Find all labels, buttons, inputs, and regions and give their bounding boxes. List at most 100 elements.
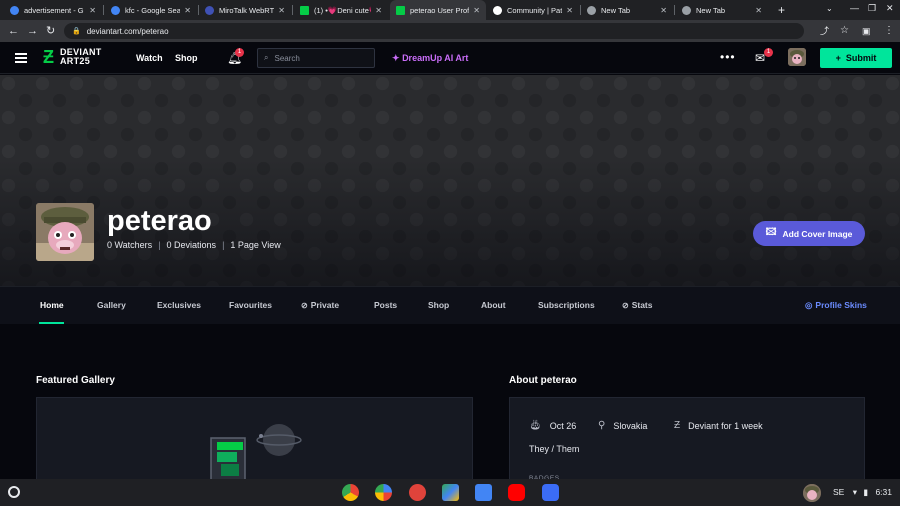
tab-home[interactable]: Home [40, 300, 64, 310]
tab-shop[interactable]: Shop [428, 300, 449, 310]
add-cover-label: Add Cover Image [782, 228, 853, 239]
deviantart-icon [300, 5, 309, 15]
launcher-icon[interactable] [8, 486, 20, 498]
deviantart-logo-icon: Ƶ [43, 47, 54, 67]
tab-divider [103, 5, 104, 15]
close-icon[interactable]: ✕ [278, 6, 285, 15]
close-icon[interactable]: ✕ [375, 6, 382, 15]
tab-title: advertisement - G [24, 5, 84, 15]
tab-gallery[interactable]: Gallery [97, 300, 126, 310]
new-tab-button[interactable]: + [778, 3, 785, 17]
mirotalk-icon [205, 5, 214, 15]
search-input[interactable]: ⌕ Search [257, 48, 375, 68]
stats-separator: | [222, 240, 225, 250]
close-icon[interactable]: ✕ [89, 6, 96, 15]
back-icon[interactable]: ← [8, 24, 19, 38]
browser-tab[interactable]: New Tab ✕ [581, 0, 673, 20]
deviantart-icon [396, 5, 405, 15]
submit-button[interactable]: + Submit [820, 48, 892, 68]
browser-tab[interactable]: MiroTalk WebRTC ✕ [199, 0, 291, 20]
youtube-app-icon[interactable] [508, 484, 525, 501]
clock-time: 6:31 [875, 487, 892, 497]
tab-about[interactable]: About [481, 300, 506, 310]
close-icon[interactable]: ✕ [473, 6, 480, 15]
avatar-image [788, 48, 806, 66]
tab-posts[interactable]: Posts [374, 300, 397, 310]
search-icon: ⌕ [264, 53, 269, 62]
lock-icon: 🔒 [72, 28, 81, 35]
about-pronouns: They / Them [529, 444, 580, 454]
chrome-app-icon[interactable] [342, 484, 359, 501]
dreamup-link[interactable]: ✦ DreamUp AI Art [392, 53, 468, 64]
watchers-count[interactable]: 0 Watchers [107, 240, 152, 250]
chrome-icon [587, 5, 596, 15]
profile-nav: Home Gallery Exclusives Favourites ⊘ Priv… [0, 286, 900, 324]
url-input[interactable]: 🔒 deviantart.com/peterao [64, 23, 804, 39]
profile-avatar[interactable] [36, 203, 94, 261]
play-store-icon[interactable] [442, 484, 459, 501]
hamburger-menu-icon[interactable] [15, 53, 27, 63]
membership-text: Deviant for 1 week [688, 420, 763, 431]
browser-tab[interactable]: New Tab ✕ [676, 0, 768, 20]
more-options-icon[interactable]: ••• [720, 50, 736, 64]
photos-app-icon[interactable] [375, 484, 392, 501]
google-icon [10, 5, 19, 15]
tab-stats-label: Stats [631, 300, 653, 310]
browser-tab[interactable]: Community | Patr ✕ [487, 0, 579, 20]
deviations-count[interactable]: 0 Deviations [167, 240, 217, 250]
browser-tab[interactable]: (1) •💗Deni cute💗 ✕ [294, 0, 388, 20]
plus-icon: + [835, 53, 841, 63]
tray-user-avatar[interactable] [803, 484, 821, 502]
reload-icon[interactable]: ↻ [46, 24, 55, 38]
side-panel-icon[interactable]: ▣ [862, 24, 871, 38]
tab-favourites[interactable]: Favourites [229, 300, 272, 310]
profile-username: peterao [107, 205, 212, 237]
palette-icon: ◎ [805, 300, 813, 310]
tab-private-label: Private [310, 300, 340, 310]
close-icon[interactable]: ✕ [755, 6, 762, 15]
tab-subscriptions[interactable]: Subscriptions [538, 300, 595, 310]
active-tab-underline [39, 322, 64, 324]
minimize-icon[interactable]: — [850, 3, 859, 13]
featured-gallery-heading: Featured Gallery [36, 375, 115, 386]
browser-tab[interactable]: kfc - Google Searc ✕ [105, 0, 197, 20]
drawing-app-icon[interactable] [409, 484, 426, 501]
bookmark-star-icon[interactable]: ☆ [840, 24, 849, 38]
empty-gallery-illustration [210, 424, 302, 488]
forward-icon[interactable]: → [27, 24, 38, 38]
user-avatar[interactable] [788, 48, 806, 66]
shop-link[interactable]: Shop [175, 53, 198, 63]
watch-link[interactable]: Watch [136, 53, 163, 63]
calendar-app-icon[interactable] [475, 484, 492, 501]
tab-stats[interactable]: ⊘ Stats [622, 300, 653, 310]
profile-skins-label: Profile Skins [815, 300, 867, 310]
tab-search-icon[interactable]: ⌄ [826, 4, 833, 13]
discord-app-icon[interactable] [542, 484, 559, 501]
tab-exclusives[interactable]: Exclusives [157, 300, 201, 310]
browser-tab[interactable]: advertisement - G ✕ [4, 0, 102, 20]
add-cover-image-button[interactable]: 🖾 Add Cover Image [753, 221, 865, 246]
logo-wordmark: DEVIANT ART25 [60, 48, 102, 66]
profile-skins-link[interactable]: ◎ Profile Skins [805, 300, 867, 311]
close-window-icon[interactable]: ✕ [886, 3, 894, 14]
dreamup-label: DreamUp AI Art [402, 53, 469, 63]
close-icon[interactable]: ✕ [660, 6, 667, 15]
deviantart-logo[interactable]: Ƶ DEVIANT ART25 [43, 47, 102, 67]
close-icon[interactable]: ✕ [566, 6, 573, 15]
browser-tab-strip: advertisement - G ✕ kfc - Google Searc ✕… [0, 0, 900, 20]
notifications-badge: 1 [235, 48, 244, 57]
close-icon[interactable]: ✕ [184, 6, 191, 15]
battery-icon: ▮ [863, 487, 869, 497]
system-tray[interactable]: SE ▾ ▮ 6:31 [833, 487, 892, 498]
page-views-count: 1 Page View [230, 240, 281, 250]
browser-tab-active[interactable]: peterao User Profi ✕ [390, 0, 486, 20]
tray-avatar-image [803, 484, 821, 502]
maximize-icon[interactable]: ❐ [868, 3, 876, 14]
address-bar-row: ← → ↻ 🔒 deviantart.com/peterao ⤴ ☆ ▣ ⋮ [0, 20, 900, 42]
share-icon[interactable]: ⤴ [820, 24, 829, 38]
location-text: Slovakia [613, 420, 648, 431]
tab-private[interactable]: ⊘ Private [301, 300, 339, 310]
browser-menu-icon[interactable]: ⋮ [884, 24, 894, 38]
tab-title: New Tab [601, 5, 631, 15]
stats-separator: | [158, 240, 161, 250]
